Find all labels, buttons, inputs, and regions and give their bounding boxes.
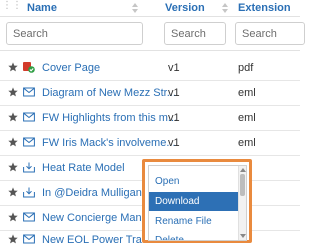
file-version: v1: [168, 137, 180, 149]
extension-search-input[interactable]: [235, 22, 305, 45]
star-icon[interactable]: [8, 187, 18, 197]
column-header-name[interactable]: Name: [27, 2, 57, 14]
file-name-link[interactable]: Cover Page: [42, 62, 100, 74]
context-menu: Open Download Rename File Delete: [148, 165, 247, 241]
table-row[interactable]: FW Iris Mack's involveme... v1 eml: [0, 131, 300, 156]
envelope-icon: [23, 112, 35, 122]
file-extension: eml: [238, 87, 256, 99]
tray-download-icon: [23, 162, 35, 173]
file-version: v1: [168, 112, 180, 124]
star-icon[interactable]: [8, 212, 18, 222]
table-row[interactable]: Cover Page v1 pdf: [0, 56, 300, 81]
context-menu-delete[interactable]: Delete: [149, 231, 240, 240]
scroll-up-icon[interactable]: [240, 168, 246, 172]
context-menu-rename-file[interactable]: Rename File: [149, 212, 240, 231]
file-name-link[interactable]: Diagram of New Mezz Str...: [42, 87, 176, 99]
scrollbar-thumb[interactable]: [240, 174, 245, 196]
file-version: v1: [168, 87, 180, 99]
file-name-link[interactable]: FW Highlights from this m...: [42, 112, 177, 124]
envelope-icon: [23, 137, 35, 147]
sort-version-icon[interactable]: [222, 3, 228, 13]
file-name-link[interactable]: Heat Rate Model: [42, 162, 125, 174]
context-menu-scrollbar[interactable]: [238, 166, 246, 240]
column-grip-icon: ⋮⋮: [2, 0, 22, 11]
envelope-icon: [23, 234, 35, 244]
column-header-version[interactable]: Version: [165, 2, 205, 14]
star-icon[interactable]: [8, 162, 18, 172]
column-header-extension[interactable]: Extension: [238, 2, 291, 14]
tray-download-icon: [23, 187, 35, 198]
version-search-input[interactable]: [164, 22, 226, 45]
context-menu-open[interactable]: Open: [149, 172, 240, 191]
table-header: ⋮⋮ Name Version Extension: [0, 0, 300, 17]
star-icon[interactable]: [8, 234, 18, 244]
envelope-icon: [23, 87, 35, 97]
word-checked-icon: [23, 62, 35, 73]
file-name-link[interactable]: FW Iris Mack's involveme...: [42, 137, 176, 149]
filter-row: [0, 17, 305, 51]
envelope-icon: [23, 212, 35, 222]
file-extension: pdf: [238, 62, 254, 74]
context-menu-highlight: Open Download Rename File Delete: [142, 159, 252, 243]
sort-name-icon[interactable]: [132, 3, 138, 13]
file-extension: eml: [238, 137, 256, 149]
star-icon[interactable]: [8, 87, 18, 97]
file-version: v1: [168, 62, 180, 74]
file-name-link[interactable]: In @Deidra Mulligan: [42, 187, 142, 199]
star-icon[interactable]: [8, 62, 18, 72]
scroll-down-icon[interactable]: [240, 234, 246, 238]
table-row[interactable]: Diagram of New Mezz Str... v1 eml: [0, 81, 300, 106]
star-icon[interactable]: [8, 137, 18, 147]
name-search-input[interactable]: [6, 22, 143, 45]
file-extension: eml: [238, 112, 256, 124]
star-icon[interactable]: [8, 112, 18, 122]
table-row[interactable]: FW Highlights from this m... v1 eml: [0, 106, 300, 131]
context-menu-download[interactable]: Download: [149, 192, 240, 211]
